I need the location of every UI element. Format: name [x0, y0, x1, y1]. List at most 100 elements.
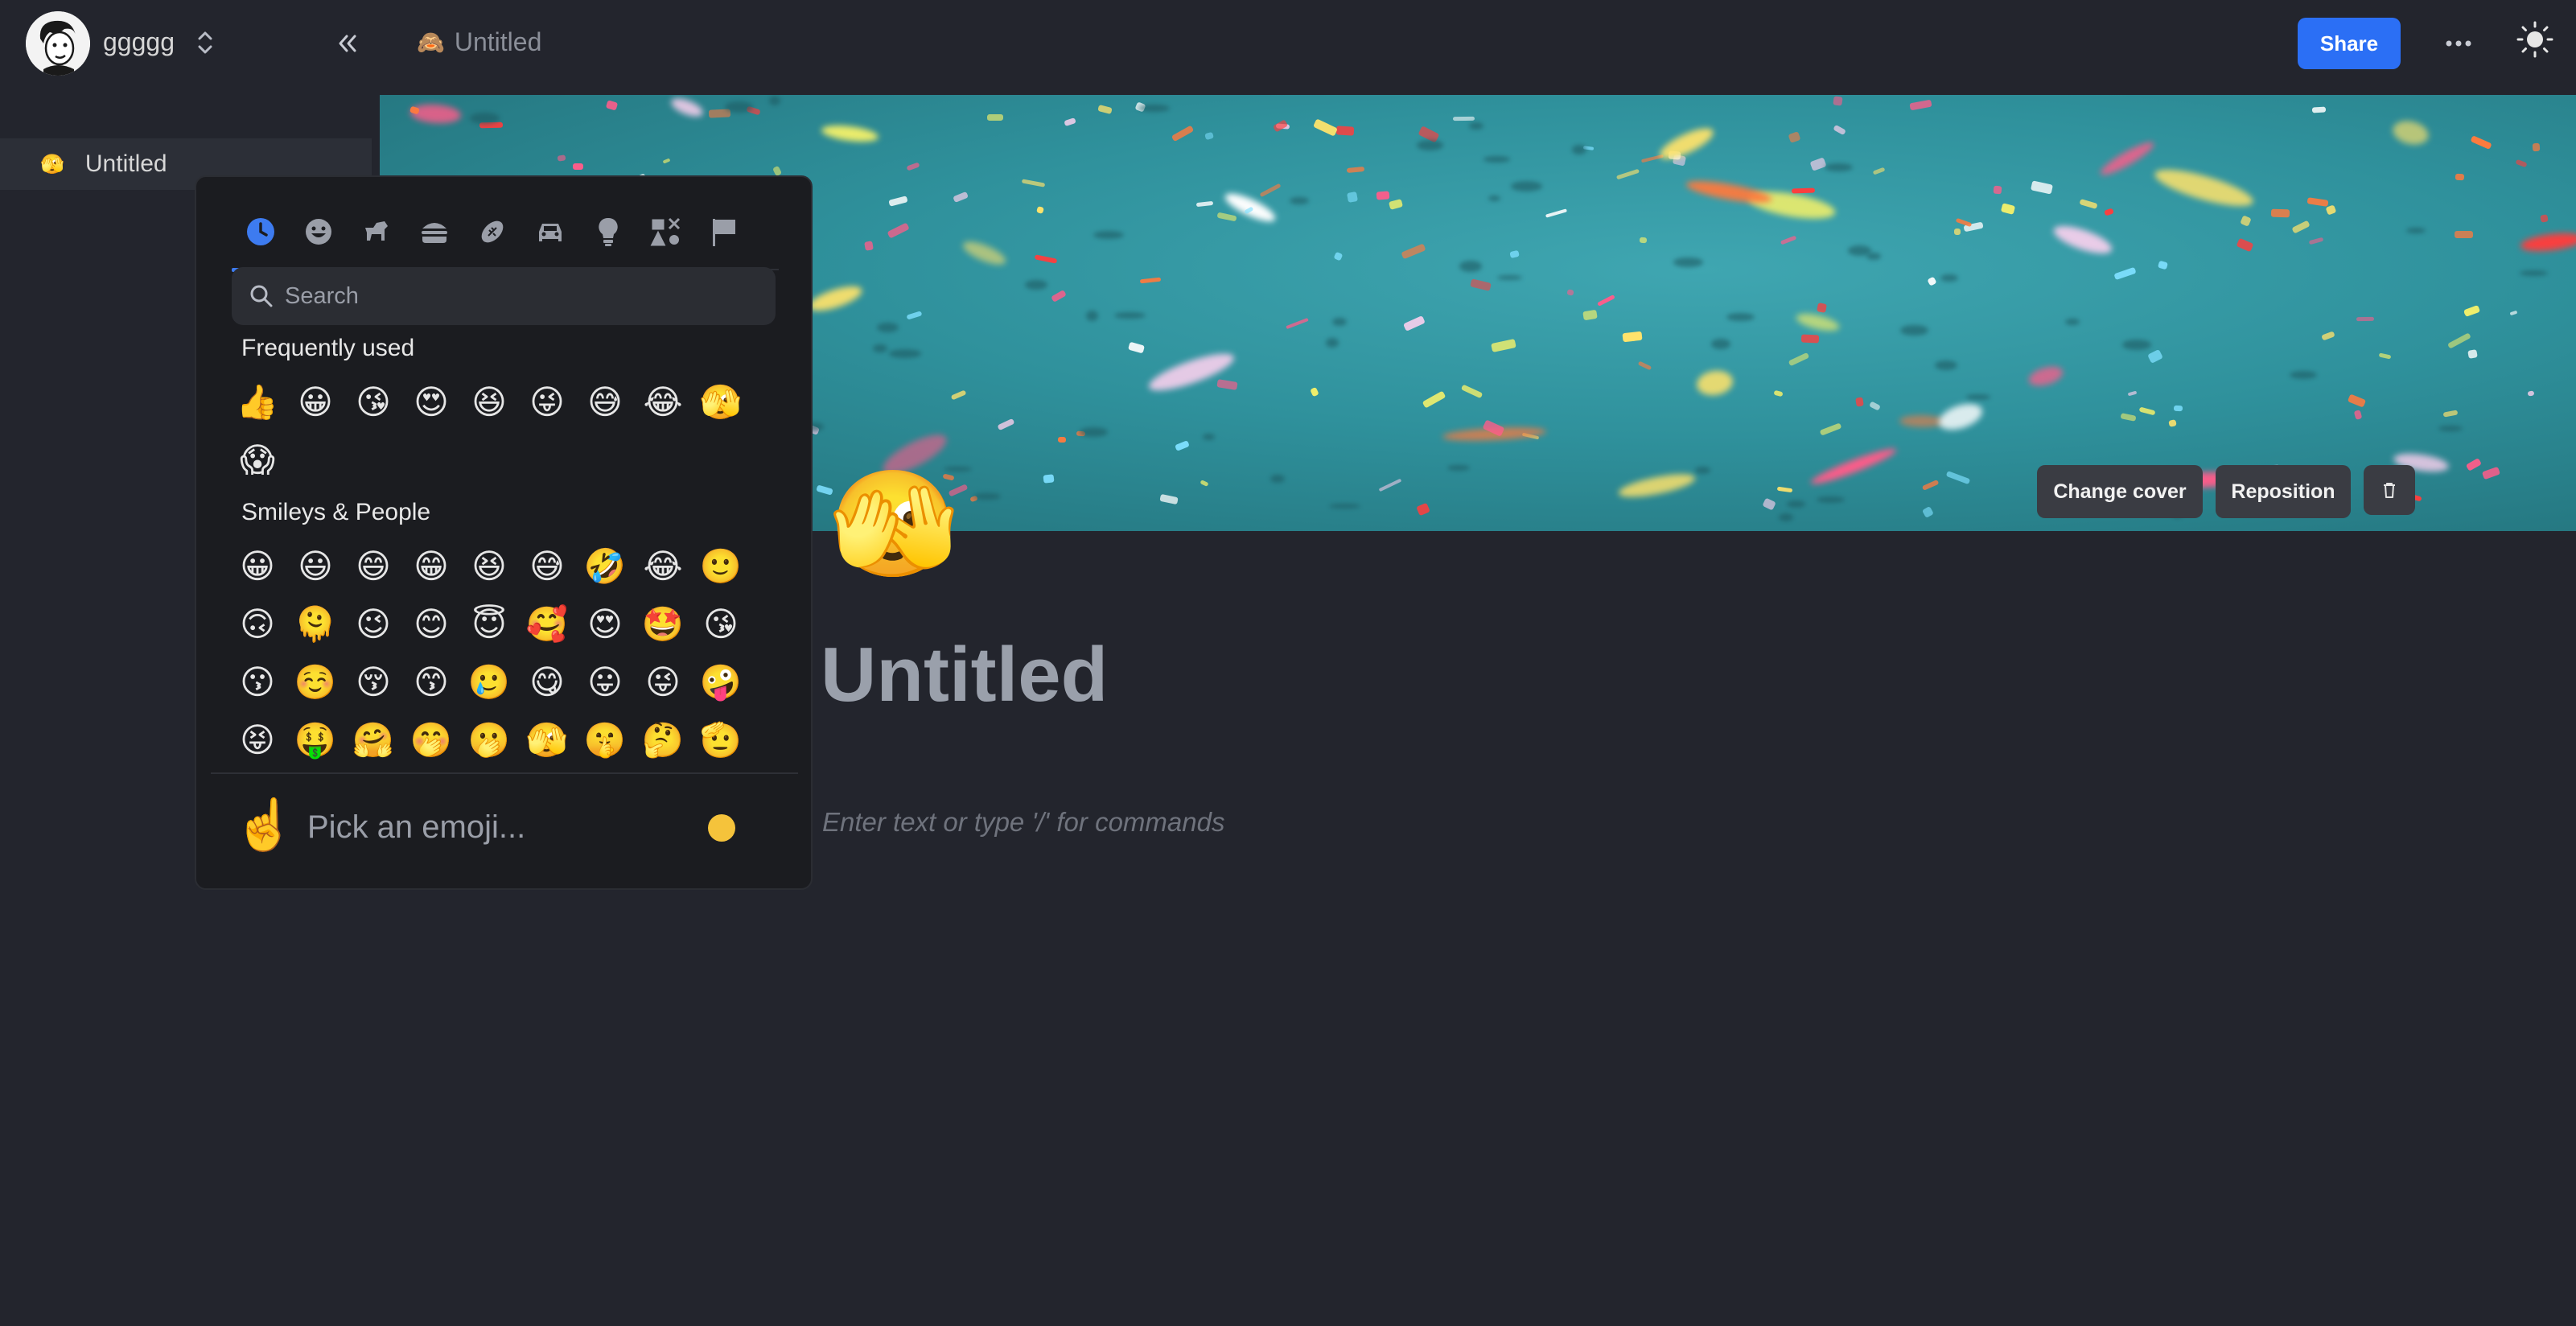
page-title[interactable]: Untitled: [821, 631, 1108, 719]
delete-cover-button[interactable]: [2364, 465, 2415, 515]
emoji-option[interactable]: 😊: [402, 595, 460, 653]
emoji-option[interactable]: 🥰: [518, 595, 576, 653]
emoji-option[interactable]: 👍: [228, 373, 286, 431]
confetti-piece: [2527, 390, 2535, 397]
confetti-piece: [1145, 347, 1237, 398]
confetti-piece: [1058, 436, 1067, 443]
emoji-option[interactable]: 😀: [286, 373, 344, 431]
emoji-option[interactable]: 😃: [286, 537, 344, 595]
more-options-icon[interactable]: [2442, 27, 2475, 60]
emoji-option[interactable]: 🥲: [460, 653, 518, 711]
emoji-option[interactable]: 😅: [576, 373, 634, 431]
tab-recent-clock-icon[interactable]: [232, 193, 290, 272]
emoji-option[interactable]: 🤩: [634, 595, 692, 653]
emoji-option[interactable]: 😍: [402, 373, 460, 431]
change-cover-button[interactable]: Change cover: [2037, 465, 2203, 518]
workspace-switcher-icon[interactable]: [193, 24, 217, 61]
tab-smileys-icon[interactable]: [290, 193, 348, 270]
confetti-piece: [1788, 130, 1802, 143]
confetti-piece: [2540, 214, 2549, 224]
emoji-option[interactable]: 🤑: [286, 711, 344, 769]
frequent-emoji-grid: 👍 😀 😘 😍 😆 😜 😅 😂 🫣 😱: [228, 373, 750, 489]
emoji-option[interactable]: 😱: [228, 431, 286, 489]
emoji-option[interactable]: 😆: [460, 537, 518, 595]
confetti-shadow: [872, 344, 887, 353]
skin-tone-selector[interactable]: [708, 814, 735, 842]
confetti-piece: [1347, 191, 1358, 203]
emoji-option[interactable]: 🫡: [692, 711, 750, 769]
confetti-piece: [2151, 162, 2257, 214]
confetti-piece: [573, 163, 584, 170]
confetti-piece: [2168, 419, 2177, 427]
emoji-option[interactable]: 😋: [518, 653, 576, 711]
emoji-option[interactable]: 🤔: [634, 711, 692, 769]
confetti-piece: [2447, 332, 2472, 350]
emoji-option[interactable]: 😍: [576, 595, 634, 653]
emoji-option[interactable]: 😜: [518, 373, 576, 431]
confetti-shadow: [973, 492, 1001, 500]
tab-travel-car-icon[interactable]: [521, 193, 579, 270]
tab-flags-icon[interactable]: [695, 193, 753, 270]
emoji-option[interactable]: 🤭: [402, 711, 460, 769]
emoji-option[interactable]: 😆: [460, 373, 518, 431]
confetti-piece: [2311, 107, 2326, 114]
search-icon: [250, 285, 273, 307]
confetti-piece: [1780, 235, 1796, 245]
confetti-piece: [950, 389, 967, 400]
emoji-option[interactable]: 🫠: [286, 595, 344, 653]
emoji-option[interactable]: 😉: [344, 595, 402, 653]
emoji-option[interactable]: 😂: [634, 373, 692, 431]
tab-food-burger-icon[interactable]: [405, 193, 463, 270]
share-button[interactable]: Share: [2298, 18, 2401, 69]
emoji-option[interactable]: 🤪: [692, 653, 750, 711]
workspace-name[interactable]: ggggg: [103, 27, 175, 57]
emoji-option[interactable]: 😜: [634, 653, 692, 711]
emoji-option[interactable]: 😗: [228, 653, 286, 711]
emoji-option[interactable]: 😙: [402, 653, 460, 711]
emoji-option[interactable]: 😝: [228, 711, 286, 769]
confetti-piece: [2467, 348, 2479, 359]
emoji-option[interactable]: 😚: [344, 653, 402, 711]
tab-animals-dog-icon[interactable]: [348, 193, 405, 270]
breadcrumb-title: Untitled: [454, 27, 542, 56]
tab-activities-football-icon[interactable]: [463, 193, 521, 270]
user-avatar[interactable]: [26, 11, 90, 76]
emoji-option[interactable]: 🫣: [692, 373, 750, 431]
emoji-option[interactable]: 😀: [228, 537, 286, 595]
page-icon[interactable]: 🫣: [829, 472, 959, 576]
emoji-option[interactable]: 😘: [692, 595, 750, 653]
emoji-option[interactable]: 🤣: [576, 537, 634, 595]
reposition-button[interactable]: Reposition: [2216, 465, 2351, 518]
emoji-option[interactable]: 😇: [460, 595, 518, 653]
emoji-search[interactable]: [232, 267, 776, 325]
confetti-shadow: [1114, 311, 1146, 319]
confetti-piece: [960, 237, 1009, 270]
confetti-piece: [2291, 220, 2311, 234]
emoji-option[interactable]: 🙂: [692, 537, 750, 595]
emoji-option[interactable]: 😛: [576, 653, 634, 711]
breadcrumb[interactable]: 🙈 Untitled: [417, 27, 541, 57]
emoji-option[interactable]: 🫣: [518, 711, 576, 769]
emoji-option[interactable]: 😅: [518, 537, 576, 595]
emoji-option[interactable]: 😂: [634, 537, 692, 595]
tab-symbols-icon[interactable]: [637, 193, 695, 270]
emoji-option[interactable]: 🤫: [576, 711, 634, 769]
confetti-shadow: [1934, 360, 1958, 371]
theme-toggle-sun-icon[interactable]: [2516, 21, 2553, 58]
tab-objects-lightbulb-icon[interactable]: [579, 193, 637, 270]
emoji-option[interactable]: 😄: [344, 537, 402, 595]
emoji-option[interactable]: 😘: [344, 373, 402, 431]
emoji-search-input[interactable]: [285, 282, 735, 310]
collapse-sidebar-icon[interactable]: [331, 27, 364, 60]
emoji-option[interactable]: 🙃: [228, 595, 286, 653]
confetti-piece: [1777, 487, 1793, 494]
confetti-piece: [605, 100, 619, 111]
confetti-piece: [2113, 266, 2137, 280]
emoji-option[interactable]: 🫢: [460, 711, 518, 769]
emoji-option[interactable]: 🤗: [344, 711, 402, 769]
confetti-piece: [1376, 190, 1391, 200]
emoji-option[interactable]: ☺️: [286, 653, 344, 711]
confetti-piece: [1491, 338, 1517, 353]
emoji-option[interactable]: 😁: [402, 537, 460, 595]
editor-placeholder[interactable]: Enter text or type '/' for commands: [822, 807, 1224, 838]
